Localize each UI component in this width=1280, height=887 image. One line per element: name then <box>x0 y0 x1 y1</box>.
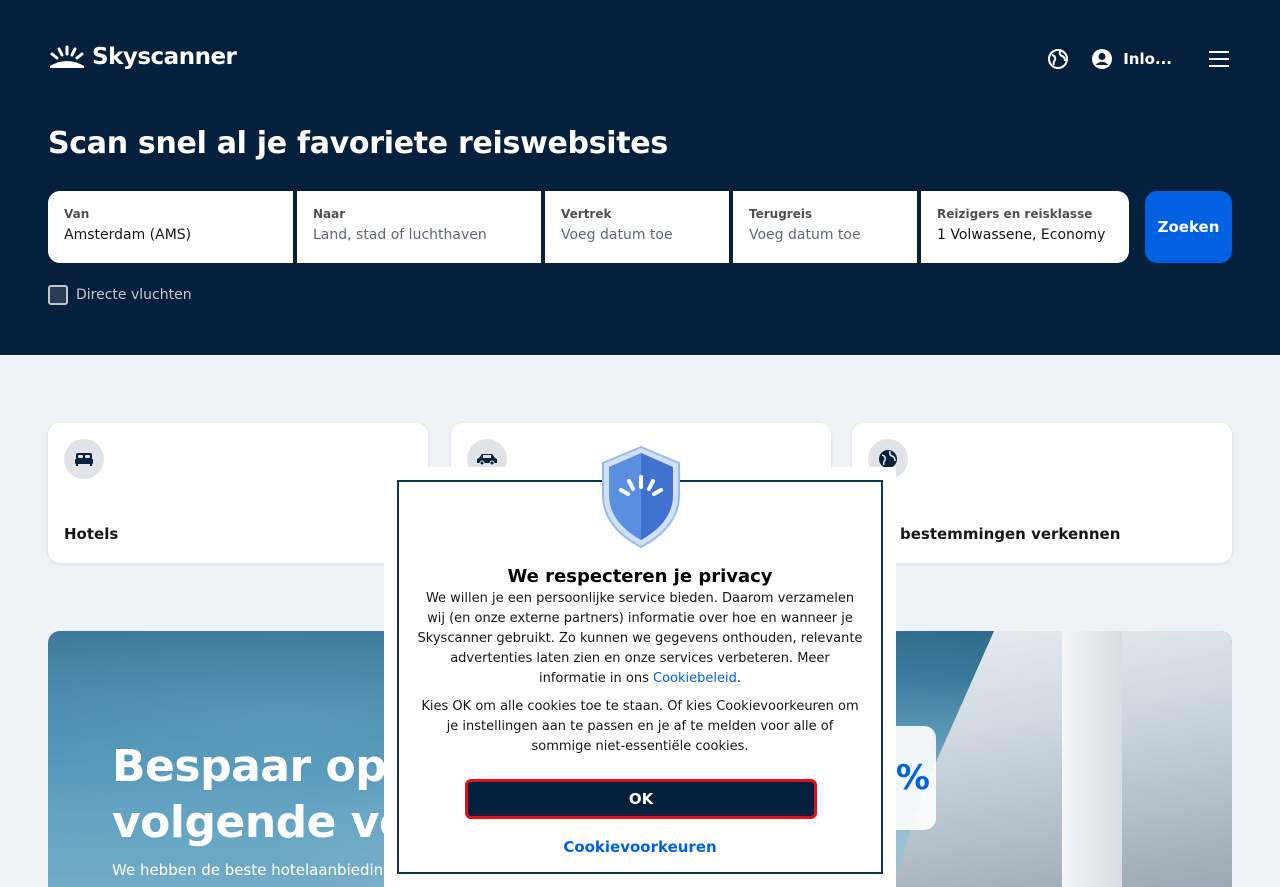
return-date-field[interactable]: Terugreis Voeg datum toe <box>733 191 917 263</box>
hotels-card[interactable]: Hotels <box>48 423 428 563</box>
login-button[interactable]: Inlo... <box>1089 46 1172 72</box>
cookie-dialog-title: We respecteren je privacy <box>507 566 773 587</box>
privacy-shield-icon <box>599 445 683 553</box>
explore-card-label: bestemmingen verkennen <box>900 525 1121 543</box>
cookie-dialog-instructions: Kies OK om alle cookies toe te staan. Of… <box>421 699 859 754</box>
from-label: Van <box>64 207 90 221</box>
explore-card[interactable]: bestemmingen verkennen <box>852 423 1232 563</box>
direct-flights-label: Directe vluchten <box>76 287 192 303</box>
cookie-text-suffix: . <box>736 671 742 686</box>
promo-title-line2: volgende ver <box>112 797 430 848</box>
flight-search-form: Van Amsterdam (AMS) Naar Land, stad of l… <box>48 191 1232 263</box>
travellers-label: Reizigers en reisklasse <box>937 207 1093 221</box>
search-button[interactable]: Zoeken <box>1145 191 1232 263</box>
to-placeholder: Land, stad of luchthaven <box>313 227 487 243</box>
promo-pillar-image <box>1062 631 1122 887</box>
menu-icon[interactable] <box>1206 46 1232 72</box>
from-value: Amsterdam (AMS) <box>64 227 192 243</box>
return-placeholder: Voeg datum toe <box>749 227 861 243</box>
direct-flights-option[interactable]: Directe vluchten <box>48 285 192 305</box>
user-icon <box>1089 46 1115 72</box>
login-label: Inlo... <box>1123 50 1172 68</box>
bed-icon <box>64 439 104 479</box>
return-label: Terugreis <box>749 207 813 221</box>
globe-icon[interactable] <box>1045 46 1071 72</box>
cookie-consent-dialog: We respecteren je privacy We willen je e… <box>384 445 896 887</box>
cookie-dialog-text: We willen je een persoonlijke service bi… <box>415 589 865 689</box>
promo-subtitle: We hebben de beste hotelaanbiedinge <box>112 861 402 879</box>
to-label: Naar <box>313 207 346 221</box>
travellers-field[interactable]: Reizigers en reisklasse 1 Volwassene, Ec… <box>921 191 1129 263</box>
skyscanner-logo[interactable]: Skyscanner <box>48 44 237 70</box>
depart-placeholder: Voeg datum toe <box>561 227 673 243</box>
cookie-preferences-link[interactable]: Cookievoorkeuren <box>399 838 881 856</box>
cookie-dialog-frame: We respecteren je privacy We willen je e… <box>397 445 883 874</box>
hotels-card-label: Hotels <box>64 525 119 543</box>
to-field[interactable]: Naar Land, stad of luchthaven <box>297 191 541 263</box>
depart-label: Vertrek <box>561 207 612 221</box>
travellers-value: 1 Volwassene, Economy <box>937 227 1106 243</box>
depart-date-field[interactable]: Vertrek Voeg datum toe <box>545 191 729 263</box>
accept-cookies-button[interactable]: OK <box>465 779 817 819</box>
sunrise-logo-icon <box>50 45 84 68</box>
from-field[interactable]: Van Amsterdam (AMS) <box>48 191 293 263</box>
page-title: Scan snel al je favoriete reiswebsites <box>48 126 668 161</box>
brand-name: Skyscanner <box>92 44 237 70</box>
cookie-text-body: We willen je een persoonlijke service bi… <box>417 591 863 686</box>
direct-flights-checkbox[interactable] <box>48 285 68 305</box>
hero-section: Skyscanner Inlo... Scan snel al je favor… <box>0 0 1280 355</box>
cookie-policy-link[interactable]: Cookiebeleid <box>653 671 737 686</box>
header-actions: Inlo... <box>1045 46 1232 72</box>
